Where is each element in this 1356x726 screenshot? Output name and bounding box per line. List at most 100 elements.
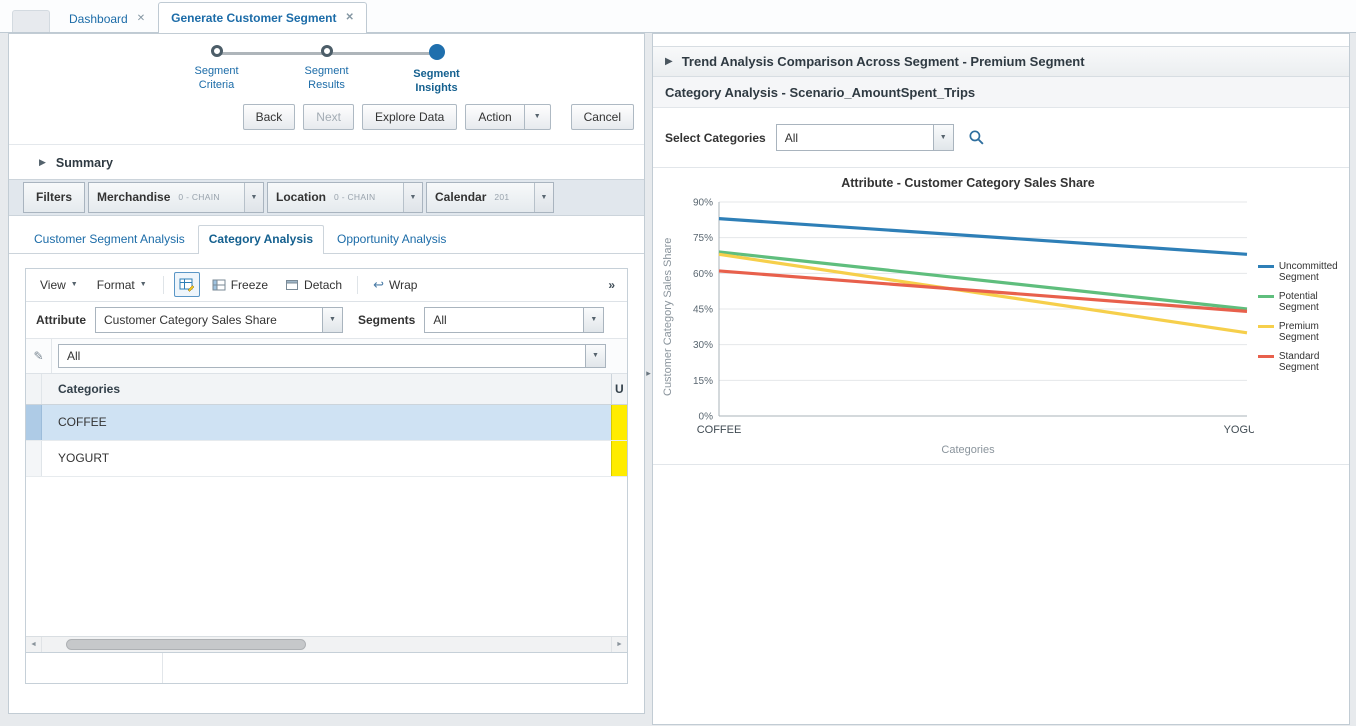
qbe-filter-combobox[interactable]: All ▼ (58, 343, 606, 368)
category-analysis-grid-card: View ▼ Format ▼ Freeze Detach ↩ Wrap » A… (25, 267, 628, 684)
select-categories-combobox[interactable]: All ▼ (775, 124, 954, 151)
tab-generate-customer-segment[interactable]: Generate Customer Segment ✕ (158, 2, 367, 33)
chart-controls-row: Select Categories All ▼ (653, 108, 1349, 168)
highlighted-value-cell[interactable] (611, 404, 627, 440)
horizontal-scrollbar[interactable]: ◄ ► (26, 635, 627, 652)
svg-text:0%: 0% (699, 412, 714, 423)
filters-bar: Filters Merchandise 0 - CHAIN ▼ Location… (9, 178, 644, 216)
action-dropdown-button[interactable]: ▼ (524, 103, 551, 130)
edit-table-button[interactable] (173, 272, 200, 298)
trend-analysis-header[interactable]: ▶ Trend Analysis Comparison Across Segme… (653, 46, 1349, 77)
grid-toolbar: View ▼ Format ▼ Freeze Detach ↩ Wrap » (26, 268, 627, 302)
chevron-down-icon: ▼ (329, 316, 336, 324)
toolbar-separator (357, 275, 359, 294)
step-label: Segment Results (304, 65, 349, 92)
category-cell[interactable]: COFFEE (42, 405, 611, 440)
legend-swatch (1257, 354, 1274, 358)
search-icon[interactable] (968, 129, 985, 146)
calendar-dropdown-button[interactable]: ▼ (534, 182, 554, 212)
disclosure-right-icon[interactable]: ▶ (665, 56, 673, 67)
clipped-column-header[interactable]: U (611, 373, 627, 404)
categories-column-header[interactable]: Categories (42, 374, 611, 404)
back-button[interactable]: Back (242, 103, 296, 130)
segments-combobox[interactable]: All ▼ (424, 306, 605, 333)
step-circle[interactable] (428, 44, 445, 60)
tab-dashboard[interactable]: Dashboard ✕ (56, 5, 158, 32)
step-circle[interactable] (210, 45, 223, 57)
chart-title: Attribute - Customer Category Sales Shar… (841, 176, 1095, 190)
row-selector-gutter[interactable] (26, 440, 42, 476)
category-cell[interactable]: YOGURT (42, 441, 611, 476)
summary-section-header[interactable]: ▶ Summary (9, 143, 644, 179)
splitter-collapse-icon[interactable]: ▸ (646, 368, 651, 379)
scroll-right-button[interactable]: ► (611, 636, 627, 652)
action-button[interactable]: Action (465, 103, 525, 130)
qbe-dropdown-button[interactable]: ▼ (585, 344, 605, 367)
format-menu-button[interactable]: Format ▼ (91, 274, 153, 296)
table-row-yogurt[interactable]: YOGURT (26, 440, 627, 477)
svg-text:45%: 45% (693, 305, 713, 316)
toolbar-overflow-button[interactable]: » (608, 278, 619, 292)
attribute-selector-row: Attribute Customer Category Sales Share … (26, 302, 627, 339)
freeze-button[interactable]: Freeze (207, 274, 273, 296)
tab-opportunity-analysis[interactable]: Opportunity Analysis (326, 225, 457, 253)
location-dropdown-button[interactable]: ▼ (403, 182, 423, 212)
view-menu-button[interactable]: View ▼ (34, 274, 84, 296)
row-selector-gutter[interactable] (26, 404, 42, 440)
tab-label: Generate Customer Segment (171, 10, 337, 25)
chart-row: Customer Category Sales Share 0% 15% 30% 45… (653, 192, 1349, 442)
row-gutter-header (26, 373, 42, 404)
query-by-example-row: ✎ All ▼ (26, 338, 627, 374)
attribute-combobox[interactable]: Customer Category Sales Share ▼ (95, 306, 343, 333)
close-icon[interactable]: ✕ (346, 12, 354, 23)
step-circle[interactable] (320, 45, 333, 57)
legend-item: Standard Segment (1257, 350, 1349, 374)
svg-text:YOGURT: YOGURT (1224, 424, 1254, 436)
action-split-button: Action ▼ (465, 103, 551, 130)
legend-item: Premium Segment (1257, 321, 1349, 344)
chevron-down-icon: ▼ (70, 281, 78, 289)
qbe-filter-value: All (67, 348, 81, 363)
detach-label: Detach (304, 277, 343, 292)
tab-category-analysis[interactable]: Category Analysis (197, 224, 324, 254)
merchandise-dropdown-button[interactable]: ▼ (244, 182, 264, 212)
table-empty-area (26, 476, 627, 636)
table-row-coffee[interactable]: COFFEE (26, 404, 627, 441)
svg-text:30%: 30% (693, 340, 713, 351)
attribute-value: Customer Category Sales Share (104, 312, 277, 327)
close-icon[interactable]: ✕ (137, 14, 145, 24)
location-filter[interactable]: Location 0 - CHAIN ▼ (267, 181, 424, 213)
svg-text:60%: 60% (693, 269, 713, 280)
attribute-dropdown-button[interactable]: ▼ (322, 307, 342, 332)
scrollbar-track[interactable] (42, 637, 611, 652)
next-button[interactable]: Next (303, 103, 354, 130)
highlighted-value-cell[interactable] (611, 440, 627, 476)
chart-section: Attribute - Customer Category Sales Shar… (653, 168, 1349, 465)
freeze-icon (212, 279, 226, 291)
segments-dropdown-button[interactable]: ▼ (583, 307, 604, 332)
toolbar-separator (162, 275, 164, 294)
calendar-filter[interactable]: Calendar 201 ▼ (426, 181, 555, 213)
chart-y-axis-label: Customer Category Sales Share (662, 237, 674, 397)
explore-data-button[interactable]: Explore Data (361, 103, 458, 130)
filters-label: Filters (36, 190, 73, 205)
panel-splitter[interactable]: ▸ (645, 33, 652, 714)
legend-label: Standard Segment (1278, 350, 1320, 374)
detach-button[interactable]: Detach (280, 274, 347, 296)
category-analysis-subtitle: Category Analysis - Scenario_AmountSpent… (665, 84, 976, 100)
tab-customer-segment-analysis[interactable]: Customer Segment Analysis (23, 225, 196, 253)
filters-button[interactable]: Filters (23, 181, 86, 213)
tab-stub (12, 10, 50, 32)
segment-workflow-panel: Segment Criteria Segment Results Segment… (8, 33, 645, 714)
category-analysis-subheader: Category Analysis - Scenario_AmountSpent… (653, 77, 1349, 108)
disclosure-right-icon[interactable]: ▶ (39, 157, 46, 168)
select-categories-dropdown-button[interactable]: ▼ (932, 125, 953, 150)
cancel-button[interactable]: Cancel (570, 103, 634, 130)
scrollbar-thumb[interactable] (66, 638, 306, 650)
scroll-left-button[interactable]: ◄ (26, 636, 42, 652)
wrap-button[interactable]: ↩ Wrap (368, 274, 422, 296)
trend-chart-svg: 0% 15% 30% 45% 60% 75% 90% COFFEE YOGURT (693, 198, 1254, 437)
svg-text:15%: 15% (693, 376, 713, 387)
attribute-label: Attribute (36, 312, 86, 327)
merchandise-filter[interactable]: Merchandise 0 - CHAIN ▼ (88, 181, 265, 213)
